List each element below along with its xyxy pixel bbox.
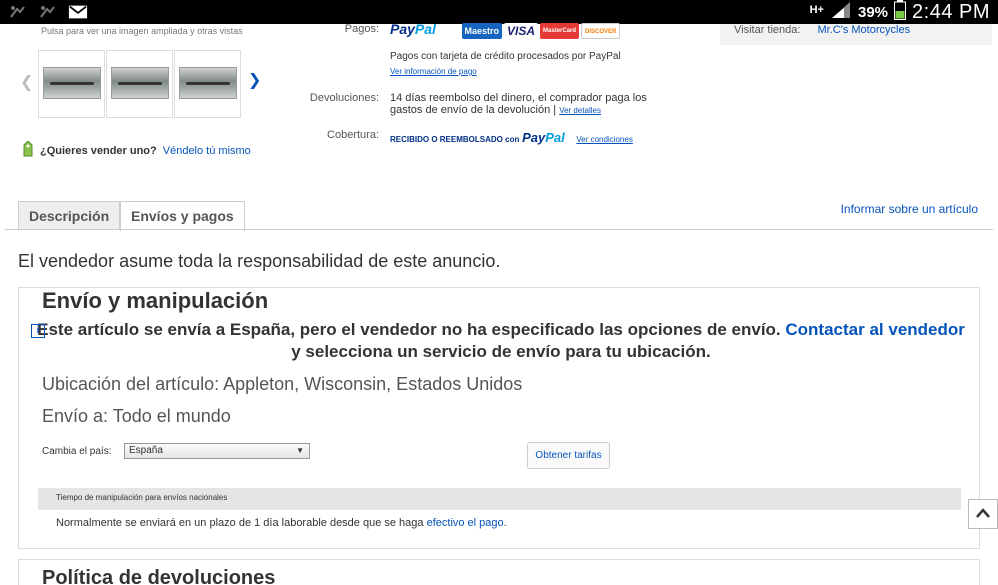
returns-label: Devoluciones: bbox=[309, 92, 379, 104]
shipping-section: Envío y manipulación i Este artículo se … bbox=[18, 287, 980, 549]
returns-policy-section: Política de devoluciones bbox=[18, 559, 980, 585]
battery-icon bbox=[894, 0, 907, 25]
notification-icon bbox=[8, 3, 28, 21]
dropdown-caret-icon: ▼ bbox=[296, 446, 304, 455]
handling-time-header: Tiempo de manipulación para envíos nacio… bbox=[38, 488, 961, 510]
thumbnail[interactable] bbox=[106, 50, 173, 118]
paypal-logo: PayPal bbox=[390, 21, 436, 37]
contact-seller-link[interactable]: Contactar al vendedor bbox=[785, 320, 965, 339]
store-link[interactable]: Mr.C's Motorcycles bbox=[818, 24, 911, 36]
chevron-right-icon[interactable]: ❯ bbox=[248, 70, 261, 90]
info-icon: i bbox=[31, 324, 45, 338]
returns-policy-title: Política de devoluciones bbox=[42, 567, 276, 585]
report-item-link[interactable]: Informar sobre un artículo bbox=[841, 202, 978, 216]
scroll-to-top-button[interactable] bbox=[968, 499, 998, 529]
gmail-icon bbox=[68, 3, 88, 21]
mastercard-card-icon: MasterCard bbox=[540, 23, 580, 40]
shipping-notice: i Este artículo se envía a España, pero … bbox=[31, 319, 971, 363]
notification-icon bbox=[38, 3, 58, 21]
coverage-label: Cobertura: bbox=[327, 129, 379, 141]
item-location: Ubicación del artículo: Appleton, Wiscon… bbox=[42, 374, 523, 394]
seller-store-box: Visitar tienda: Mr.C's Motorcycles bbox=[720, 24, 992, 45]
tab-shipping-payments[interactable]: Envíos y pagos bbox=[120, 201, 245, 231]
signal-icon bbox=[830, 1, 852, 24]
sell-one-prompt: ¿Quieres vender uno? Véndelo tú mismo bbox=[22, 140, 251, 160]
country-select[interactable]: España ▼ bbox=[124, 443, 310, 459]
paypal-logo: PayPal bbox=[522, 130, 565, 145]
thumbnail-strip: ❮ ❯ bbox=[16, 50, 271, 118]
country-label: Cambia el país: bbox=[42, 446, 112, 457]
tab-divider bbox=[5, 229, 993, 230]
tab-description[interactable]: Descripción bbox=[18, 201, 121, 230]
visa-card-icon: VISA bbox=[504, 23, 539, 40]
maestro-card-icon: Maestro bbox=[461, 23, 503, 40]
seller-responsibility-text: El vendedor asume toda la responsabilida… bbox=[18, 251, 501, 271]
network-type: H+ bbox=[809, 4, 824, 16]
ships-to: Envío a: Todo el mundo bbox=[42, 406, 231, 426]
price-tag-icon bbox=[22, 140, 34, 160]
handling-time-text: Normalmente se enviará en un plazo de 1 … bbox=[56, 517, 507, 529]
clock: 2:44 PM bbox=[912, 0, 990, 23]
coverage-badge: RECIBIDO O REEMBOLSADO con PayPal Ver co… bbox=[390, 130, 633, 145]
payment-note: Pagos con tarjeta de crédito procesados … bbox=[390, 51, 621, 62]
sell-question: ¿Quieres vender uno? bbox=[40, 144, 157, 157]
shipping-title: Envío y manipulación bbox=[42, 288, 269, 313]
discover-card-icon: DISCOVER bbox=[581, 23, 621, 40]
thumbnail[interactable] bbox=[38, 50, 105, 118]
thumbnail[interactable] bbox=[174, 50, 241, 118]
payment-label: Pagos: bbox=[344, 23, 379, 35]
sell-link[interactable]: Véndelo tú mismo bbox=[163, 145, 251, 157]
battery-percent: 39% bbox=[857, 3, 889, 21]
gallery-hint: Pulsa para ver una imagen ampliada y otr… bbox=[41, 26, 243, 36]
returns-details-link[interactable]: Ver detalles bbox=[559, 106, 601, 115]
payment-methods: PayPal Maestro VISA MasterCard DISCOVER bbox=[390, 21, 622, 40]
get-rates-button[interactable]: Obtener tarifas bbox=[527, 442, 610, 469]
payment-cleared-link[interactable]: efectivo el pago bbox=[427, 517, 504, 529]
chevron-up-icon bbox=[976, 508, 990, 518]
chevron-left-icon[interactable]: ❮ bbox=[20, 72, 33, 92]
payment-info-link[interactable]: Ver información de pago bbox=[390, 67, 477, 76]
returns-text: 14 días reembolso del dinero, el comprad… bbox=[390, 92, 647, 116]
coverage-conditions-link[interactable]: Ver condiciones bbox=[576, 135, 632, 144]
